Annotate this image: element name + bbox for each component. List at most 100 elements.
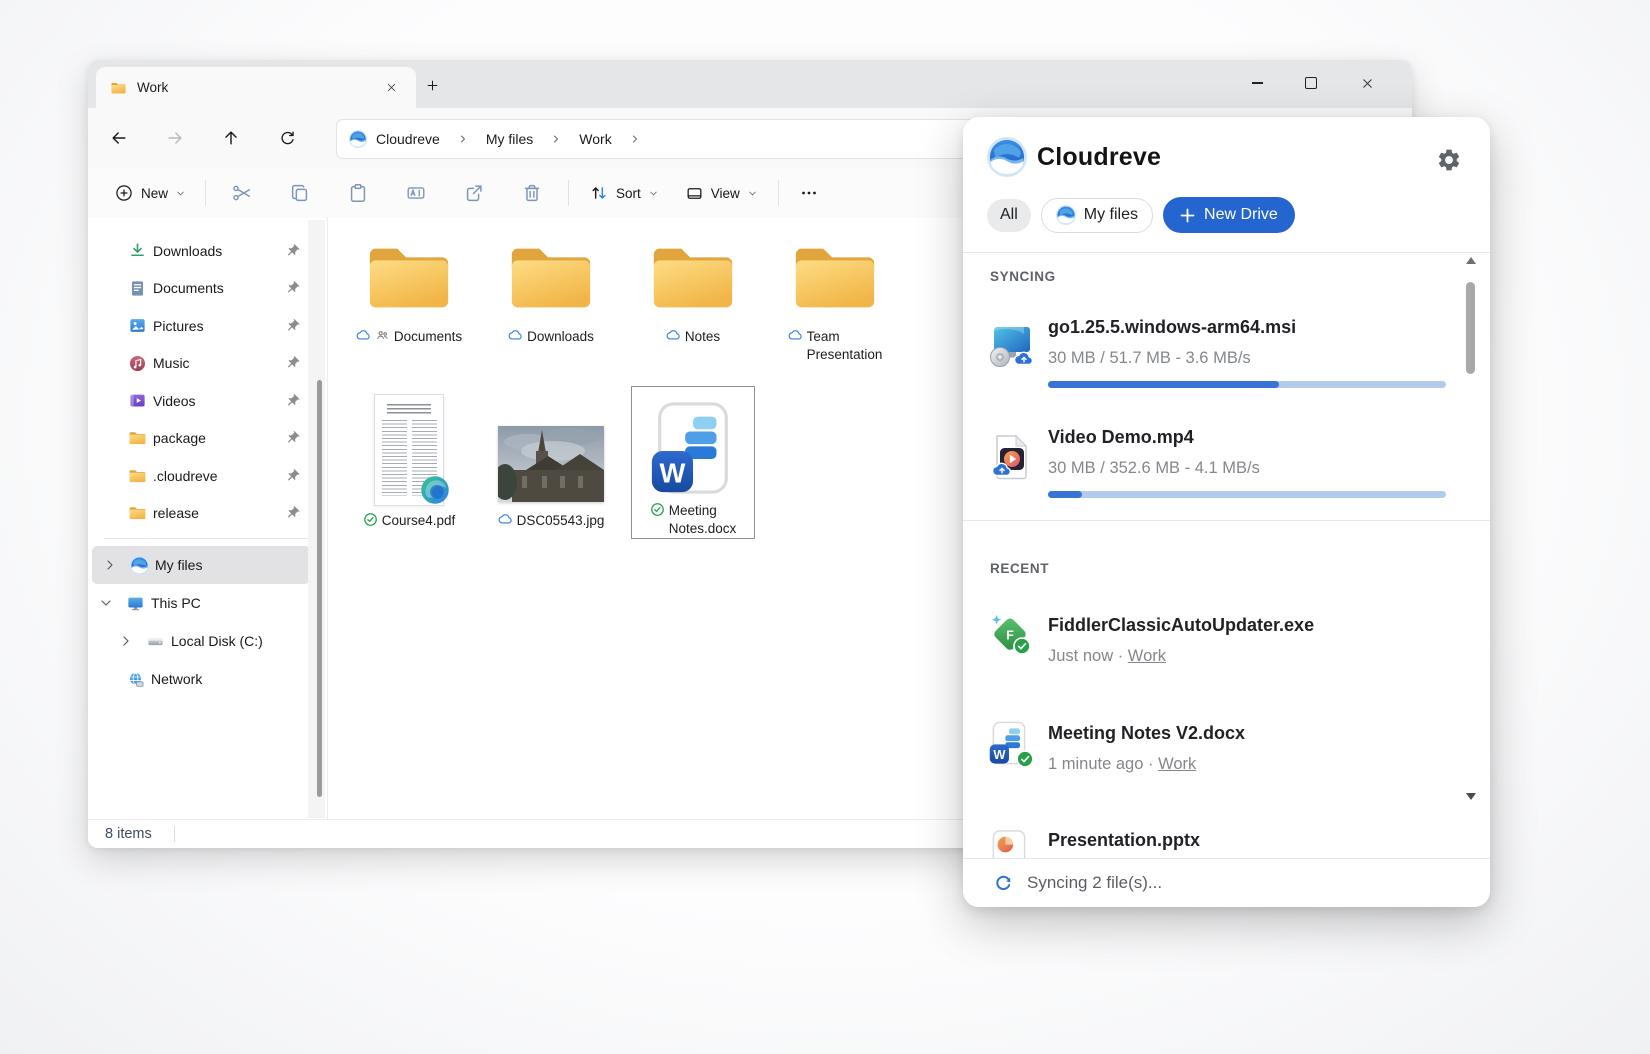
folder-notes[interactable]: Notes xyxy=(622,238,764,364)
sidebar-item-downloads[interactable]: Downloads xyxy=(88,232,326,270)
gear-icon[interactable] xyxy=(1436,147,1462,173)
syncing-header: SYNCING xyxy=(990,269,1056,284)
chevron-right-icon xyxy=(550,133,562,145)
synced-check-icon xyxy=(363,512,378,527)
recent-item-name[interactable]: Meeting Notes V2.docx xyxy=(1048,723,1245,744)
tab-bar: Work xyxy=(88,60,1412,108)
copy-button[interactable] xyxy=(271,175,329,211)
sidebar-item-label: This PC xyxy=(151,595,201,611)
folder-icon xyxy=(128,505,147,521)
filter-all[interactable]: All xyxy=(987,199,1031,232)
breadcrumb-my-files[interactable]: My files xyxy=(486,131,533,147)
cloudreve-panel: Cloudreve All My files New Drive SYNCING… xyxy=(963,117,1490,907)
desktop-backdrop: Work Cloudreve My files Work xyxy=(0,0,1650,1054)
forward-button[interactable] xyxy=(158,122,192,154)
recent-item-name[interactable]: Presentation.pptx xyxy=(1048,830,1200,851)
pdf-thumbnail xyxy=(374,394,444,506)
pin-icon xyxy=(285,431,300,446)
chevron-right-icon xyxy=(457,133,469,145)
refresh-button[interactable] xyxy=(270,122,304,154)
sort-arrows-icon xyxy=(589,183,609,203)
folder-icon xyxy=(128,430,147,446)
cloud-sync-icon xyxy=(788,328,803,343)
tab-close-icon[interactable] xyxy=(380,77,402,99)
sync-item-detail: 30 MB / 352.6 MB - 4.1 MB/s xyxy=(1048,459,1260,478)
cut-button[interactable] xyxy=(213,175,271,211)
recent-item-name[interactable]: FiddlerClassicAutoUpdater.exe xyxy=(1048,615,1314,636)
sidebar-item-my-files-selected[interactable]: My files xyxy=(92,546,310,584)
folder-documents[interactable]: Documents xyxy=(338,238,480,364)
new-drive-button[interactable]: New Drive xyxy=(1163,197,1295,233)
copy-icon xyxy=(289,182,311,204)
recent-item-location-link[interactable]: Work xyxy=(1158,755,1196,773)
tab-work[interactable]: Work xyxy=(96,67,416,108)
sort-button[interactable]: Sort xyxy=(576,175,672,211)
file-course4-pdf[interactable]: Course4.pdf xyxy=(338,386,480,539)
folder-downloads[interactable]: Downloads xyxy=(480,238,622,364)
folder-team-presentation[interactable]: Team Presentation xyxy=(764,238,906,364)
more-options-button[interactable] xyxy=(786,175,832,211)
this-pc-icon xyxy=(126,594,145,613)
sidebar-item-label: Videos xyxy=(153,393,196,409)
cloudreve-logo-icon xyxy=(1056,205,1076,225)
sidebar-item-pictures[interactable]: Pictures xyxy=(88,307,326,345)
msi-installer-icon xyxy=(987,323,1035,371)
sidebar-scrollbar-thumb[interactable] xyxy=(317,380,322,797)
breadcrumb-work[interactable]: Work xyxy=(579,131,611,147)
sidebar-item-label: Documents xyxy=(153,280,224,296)
back-button[interactable] xyxy=(102,122,136,154)
folder-icon xyxy=(504,238,598,316)
toolbar-divider xyxy=(205,180,206,206)
filter-my-files[interactable]: My files xyxy=(1041,198,1153,233)
sidebar-item-release[interactable]: release xyxy=(88,495,326,533)
progress-fill xyxy=(1048,491,1082,498)
progress-bar xyxy=(1048,491,1446,498)
folder-name: Notes xyxy=(685,328,720,346)
maximize-button[interactable] xyxy=(1288,60,1334,106)
sidebar-item-network[interactable]: Network xyxy=(88,660,326,698)
scroll-up-arrow[interactable] xyxy=(1466,257,1476,264)
network-icon xyxy=(126,670,145,689)
sidebar-item-music[interactable]: Music xyxy=(88,345,326,383)
plus-icon xyxy=(1180,208,1195,223)
navigation-pane: Downloads Documents Pictures Music Video xyxy=(88,218,326,820)
sidebar-item-local-disk[interactable]: Local Disk (C:) xyxy=(88,622,326,660)
paste-button[interactable] xyxy=(329,175,387,211)
section-divider xyxy=(963,520,1490,521)
pin-icon xyxy=(285,506,300,521)
sidebar-item-package[interactable]: package xyxy=(88,420,326,458)
recent-item-time: Just now · xyxy=(1048,647,1123,665)
share-button[interactable] xyxy=(445,175,503,211)
rename-button[interactable] xyxy=(387,175,445,211)
sidebar-item-documents[interactable]: Documents xyxy=(88,270,326,308)
recent-item-meta: Just now · Work xyxy=(1048,647,1166,666)
local-disk-icon xyxy=(146,632,165,651)
new-tab-button[interactable] xyxy=(420,73,444,97)
scroll-down-arrow[interactable] xyxy=(1466,793,1476,800)
pin-icon xyxy=(285,281,300,296)
folder-icon xyxy=(362,238,456,316)
sidebar-item-videos[interactable]: Videos xyxy=(88,382,326,420)
sidebar-item-label: package xyxy=(153,430,206,446)
file-dsc05543-jpg[interactable]: DSC05543.jpg xyxy=(480,386,622,539)
view-button[interactable]: View xyxy=(672,175,771,211)
sidebar-item-label: My files xyxy=(155,557,202,573)
up-button[interactable] xyxy=(214,122,248,154)
tab-title: Work xyxy=(137,80,168,95)
close-button[interactable] xyxy=(1344,60,1390,106)
delete-button[interactable] xyxy=(503,175,561,211)
minimize-button[interactable] xyxy=(1234,60,1280,106)
breadcrumb-cloudreve[interactable]: Cloudreve xyxy=(376,131,440,147)
toolbar-divider xyxy=(568,180,569,206)
recent-item-location-link[interactable]: Work xyxy=(1128,647,1166,665)
sidebar-item-this-pc[interactable]: This PC xyxy=(88,584,326,622)
panel-scrollbar-thumb[interactable] xyxy=(1466,282,1475,374)
file-meeting-notes-docx-selected[interactable]: Meeting Notes.docx xyxy=(631,386,755,539)
folder-name-line1: Team xyxy=(807,328,883,346)
downloads-icon xyxy=(128,241,147,260)
sidebar-item-cloudreve-folder[interactable]: .cloudreve xyxy=(88,457,326,495)
progress-fill xyxy=(1048,381,1279,388)
sidebar-item-label: release xyxy=(153,505,199,521)
new-button[interactable]: New xyxy=(102,175,198,211)
videos-icon xyxy=(128,391,147,410)
